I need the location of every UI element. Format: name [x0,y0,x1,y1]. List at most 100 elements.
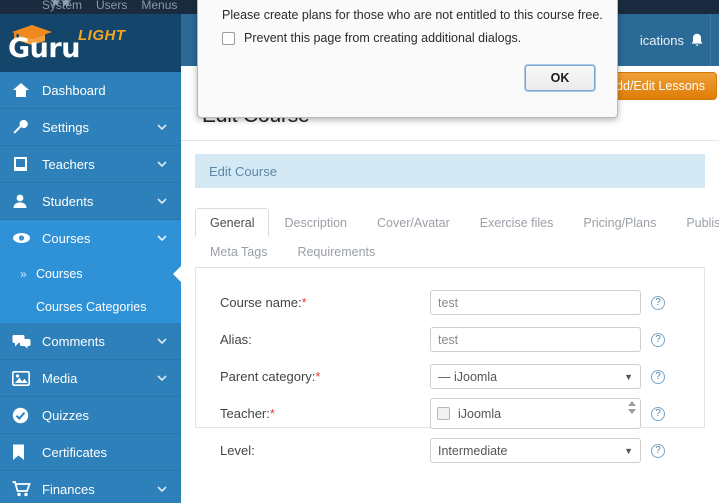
sidebar-subitem-label: Courses Categories [36,299,147,314]
level-select[interactable]: Intermediate ▼ [430,438,641,463]
book-icon [12,154,38,174]
sidebar-item-label: Settings [42,119,89,135]
field-row-alias: Alias: ? [196,321,704,358]
bookmark-icon [12,442,38,462]
sidebar: Guru LIGHT Dashboard Settings Teachers S… [0,14,181,503]
sidebar-item-label: Quizzes [42,407,89,423]
tab-requirements[interactable]: Requirements [282,237,390,266]
teacher-option-label: iJoomla [458,406,502,421]
required-marker: * [301,295,307,310]
admin-page: ★★ System Users Menus Guru LIGHT Dashboa… [0,0,719,503]
dialog-ok-button[interactable]: OK [525,65,595,91]
prevent-dialogs-label: Prevent this page from creating addition… [244,31,522,45]
field-label-course-name: Course name:* [220,295,307,310]
field-row-parent-category: Parent category:* — iJoomla ▼ ? [196,358,704,395]
tab-general[interactable]: General [195,208,270,237]
scroll-up-icon[interactable] [628,401,636,406]
topbar-item-system[interactable]: System [42,0,82,12]
tab-meta-tags[interactable]: Meta Tags [195,237,282,266]
chevron-down-icon: ▼ [624,371,633,382]
notifications-label: ications [639,32,684,48]
topbar-item-users[interactable]: Users [96,0,127,12]
prevent-dialogs-checkbox[interactable] [222,31,235,45]
tabs-underline [195,267,705,268]
sidebar-item-comments[interactable]: Comments [0,323,181,360]
field-label-level: Level: [220,443,255,458]
general-tab-panel: Course name:* ? Alias: ? Parent category… [195,268,705,463]
breadcrumb: Edit Course [195,154,705,188]
sidebar-logo[interactable]: Guru LIGHT [0,14,181,72]
sidebar-item-teachers[interactable]: Teachers [0,146,181,183]
dialog-buttons: OK [525,65,595,91]
teacher-option-checkbox[interactable] [437,407,450,420]
tabs-row-primary: General Description Cover/Avatar Exercis… [195,207,719,237]
sidebar-subitem-label: Courses [36,266,83,281]
sidebar-item-students[interactable]: Students [0,183,181,220]
dialog-prevent-row: Prevent this page from creating addition… [198,22,617,45]
teacher-multiselect[interactable]: iJoomla [430,398,641,429]
tab-pricing-plans[interactable]: Pricing/Plans [568,208,671,237]
tab-cover-avatar[interactable]: Cover/Avatar [362,208,465,237]
home-icon [12,80,38,100]
field-row-level: Level: Intermediate ▼ ? [196,432,704,469]
scroll-down-icon[interactable] [628,409,636,414]
logo-badge: LIGHT [78,27,126,44]
tab-description[interactable]: Description [269,208,362,237]
double-chevron-right-icon: » [20,266,27,281]
sidebar-item-label: Students [42,193,94,209]
sidebar-subitem-courses[interactable]: » Courses [0,257,181,290]
image-icon [12,368,38,388]
help-icon[interactable]: ? [651,443,665,458]
bell-icon [691,33,703,46]
sidebar-item-label: Courses [42,230,91,246]
teacher-scroll-spinner[interactable] [628,401,636,414]
add-edit-lessons-button[interactable]: dd/Edit Lessons [604,72,717,100]
header-divider [710,14,711,66]
wrench-icon [12,117,38,137]
sidebar-subitem-courses-categories[interactable]: Courses Categories [0,290,181,323]
sidebar-item-label: Certificates [42,444,108,460]
dialog-message: Please create plans for those who are no… [222,8,603,22]
title-divider [181,140,719,141]
sidebar-item-label: Comments [42,333,105,349]
notifications-link[interactable]: ications [640,33,704,48]
chevron-down-icon [157,124,167,131]
comments-icon [12,331,38,351]
help-icon[interactable]: ? [651,369,665,384]
parent-category-select[interactable]: — iJoomla ▼ [430,364,641,389]
chevron-down-icon [157,235,167,242]
chevron-down-icon [157,338,167,345]
help-icon[interactable]: ? [651,406,665,421]
check-circle-icon [12,405,38,425]
alias-input[interactable] [430,327,641,352]
chevron-down-icon [157,198,167,205]
sidebar-item-label: Media [42,370,78,386]
course-name-input[interactable] [430,290,641,315]
sidebar-item-label: Dashboard [42,82,106,98]
breadcrumb-link-edit-course[interactable]: Edit Course [209,164,277,179]
sidebar-item-dashboard[interactable]: Dashboard [0,72,181,109]
sidebar-item-label: Teachers [42,156,95,172]
tab-exercise-files[interactable]: Exercise files [465,208,569,237]
tab-publishing[interactable]: Publishing [671,208,719,237]
sidebar-item-media[interactable]: Media [0,360,181,397]
sidebar-item-quizzes[interactable]: Quizzes [0,397,181,434]
sidebar-item-label: Finances [42,481,95,497]
sidebar-item-certificates[interactable]: Certificates [0,434,181,471]
sidebar-item-finances[interactable]: Finances [0,471,181,503]
field-row-teacher: Teacher:* iJoomla ? [196,395,704,432]
chevron-down-icon [157,375,167,382]
required-marker: * [315,369,321,384]
browser-alert-dialog: Please create plans for those who are no… [197,0,618,118]
sidebar-item-settings[interactable]: Settings [0,109,181,146]
field-label-teacher: Teacher:* [220,406,275,421]
help-icon[interactable]: ? [651,295,665,310]
parent-category-value: — iJoomla [438,369,498,384]
sidebar-item-courses[interactable]: Courses [0,220,181,257]
level-value: Intermediate [438,443,508,458]
eye-icon [12,228,38,248]
help-icon[interactable]: ? [651,332,665,347]
topbar-item-menus[interactable]: Menus [141,0,177,12]
field-row-course-name: Course name:* ? [196,284,704,321]
user-icon [12,191,38,211]
